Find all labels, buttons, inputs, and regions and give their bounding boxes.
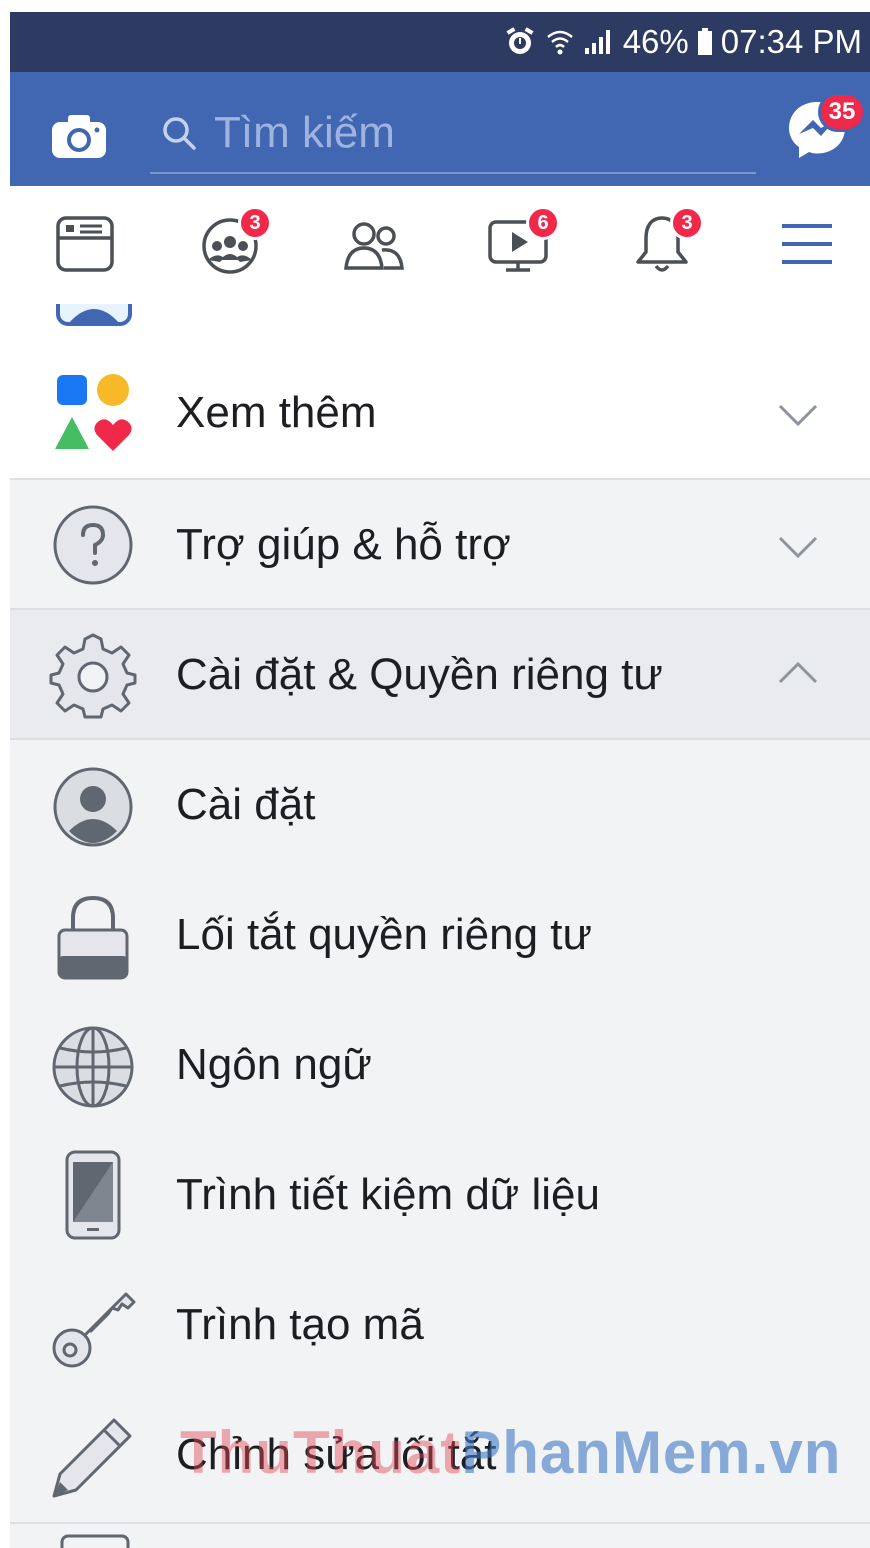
see-more-row[interactable]: Xem thêm bbox=[10, 348, 870, 480]
search-placeholder: Tìm kiếm bbox=[214, 108, 395, 157]
code-generator-label: Trình tạo mã bbox=[176, 1300, 424, 1349]
groups-badge: 3 bbox=[238, 206, 272, 240]
list-item[interactable] bbox=[10, 1522, 870, 1548]
friends-tab[interactable] bbox=[342, 212, 412, 282]
settings-privacy-label: Cài đặt & Quyền riêng tư bbox=[176, 650, 663, 699]
settings-item-label: Cài đặt bbox=[176, 780, 316, 829]
help-icon bbox=[48, 500, 138, 590]
watch-badge: 6 bbox=[526, 206, 560, 240]
pages-icon bbox=[56, 304, 132, 326]
search-icon bbox=[163, 117, 196, 150]
news-feed-tab[interactable] bbox=[54, 212, 124, 282]
chevron-up-icon bbox=[778, 661, 818, 684]
friends-icon bbox=[344, 222, 404, 270]
data-saver-item[interactable]: Trình tiết kiệm dữ liệu bbox=[10, 1130, 870, 1260]
language-item[interactable]: Ngôn ngữ bbox=[10, 1000, 870, 1130]
battery-icon bbox=[697, 28, 712, 55]
pencil-icon bbox=[48, 1412, 138, 1502]
camera-icon[interactable] bbox=[50, 112, 108, 160]
menu-list: Xem thêm Trợ giúp & hỗ trợ Cài đặt & Quy… bbox=[10, 304, 870, 1548]
privacy-shortcuts-label: Lối tắt quyền riêng tư bbox=[176, 910, 592, 959]
top-header: Tìm kiếm 35 bbox=[10, 72, 870, 186]
wifi-icon bbox=[546, 30, 573, 55]
battery-percent: 46% bbox=[622, 23, 689, 60]
lock-icon bbox=[48, 892, 138, 982]
screen: 46% 07:34 PM Tìm kiếm 35 3 6 3 Xem thêm … bbox=[0, 0, 870, 1548]
search-underline bbox=[150, 172, 756, 174]
groups-tab[interactable]: 3 bbox=[198, 206, 272, 282]
messenger-badge: 35 bbox=[818, 92, 866, 132]
key-icon bbox=[48, 1282, 138, 1372]
gear-icon bbox=[48, 630, 138, 720]
tab-bar: 3 6 3 bbox=[10, 186, 870, 306]
code-generator-item[interactable]: Trình tạo mã bbox=[10, 1260, 870, 1390]
language-label: Ngôn ngữ bbox=[176, 1040, 372, 1089]
user-circle-icon bbox=[48, 762, 138, 852]
watermark-part1: ThuThuat bbox=[180, 1419, 462, 1486]
watermark: ThuThuatPhanMem.vn bbox=[180, 1418, 841, 1487]
chevron-down-icon bbox=[778, 404, 818, 427]
settings-privacy-row[interactable]: Cài đặt & Quyền riêng tư bbox=[10, 610, 870, 740]
alarm-icon bbox=[506, 27, 534, 54]
news-feed-icon bbox=[56, 216, 114, 272]
shapes-icon bbox=[48, 368, 138, 458]
chevron-down-icon bbox=[778, 536, 818, 559]
watermark-part2: PhanMem.vn bbox=[461, 1419, 842, 1486]
signal-icon bbox=[584, 30, 610, 54]
notifications-tab[interactable]: 3 bbox=[630, 206, 704, 282]
watch-tab[interactable]: 6 bbox=[486, 206, 560, 282]
help-support-row[interactable]: Trợ giúp & hỗ trợ bbox=[10, 480, 870, 610]
see-more-label: Xem thêm bbox=[176, 388, 377, 437]
settings-item[interactable]: Cài đặt bbox=[10, 740, 870, 870]
hamburger-menu-icon bbox=[782, 224, 832, 264]
list-item[interactable] bbox=[10, 304, 870, 348]
menu-tab[interactable] bbox=[776, 212, 846, 282]
help-support-label: Trợ giúp & hỗ trợ bbox=[176, 520, 511, 569]
notifications-badge: 3 bbox=[670, 206, 704, 240]
globe-icon bbox=[48, 1022, 138, 1112]
data-saver-label: Trình tiết kiệm dữ liệu bbox=[176, 1170, 600, 1219]
screen-edge bbox=[0, 0, 10, 1548]
search-bar[interactable]: Tìm kiếm bbox=[160, 98, 395, 168]
phone-icon bbox=[48, 1150, 138, 1240]
privacy-shortcuts-item[interactable]: Lối tắt quyền riêng tư bbox=[10, 870, 870, 1000]
status-bar: 46% 07:34 PM bbox=[10, 12, 870, 72]
status-time: 07:34 PM bbox=[720, 23, 862, 60]
partial-row-icon bbox=[60, 1534, 130, 1548]
